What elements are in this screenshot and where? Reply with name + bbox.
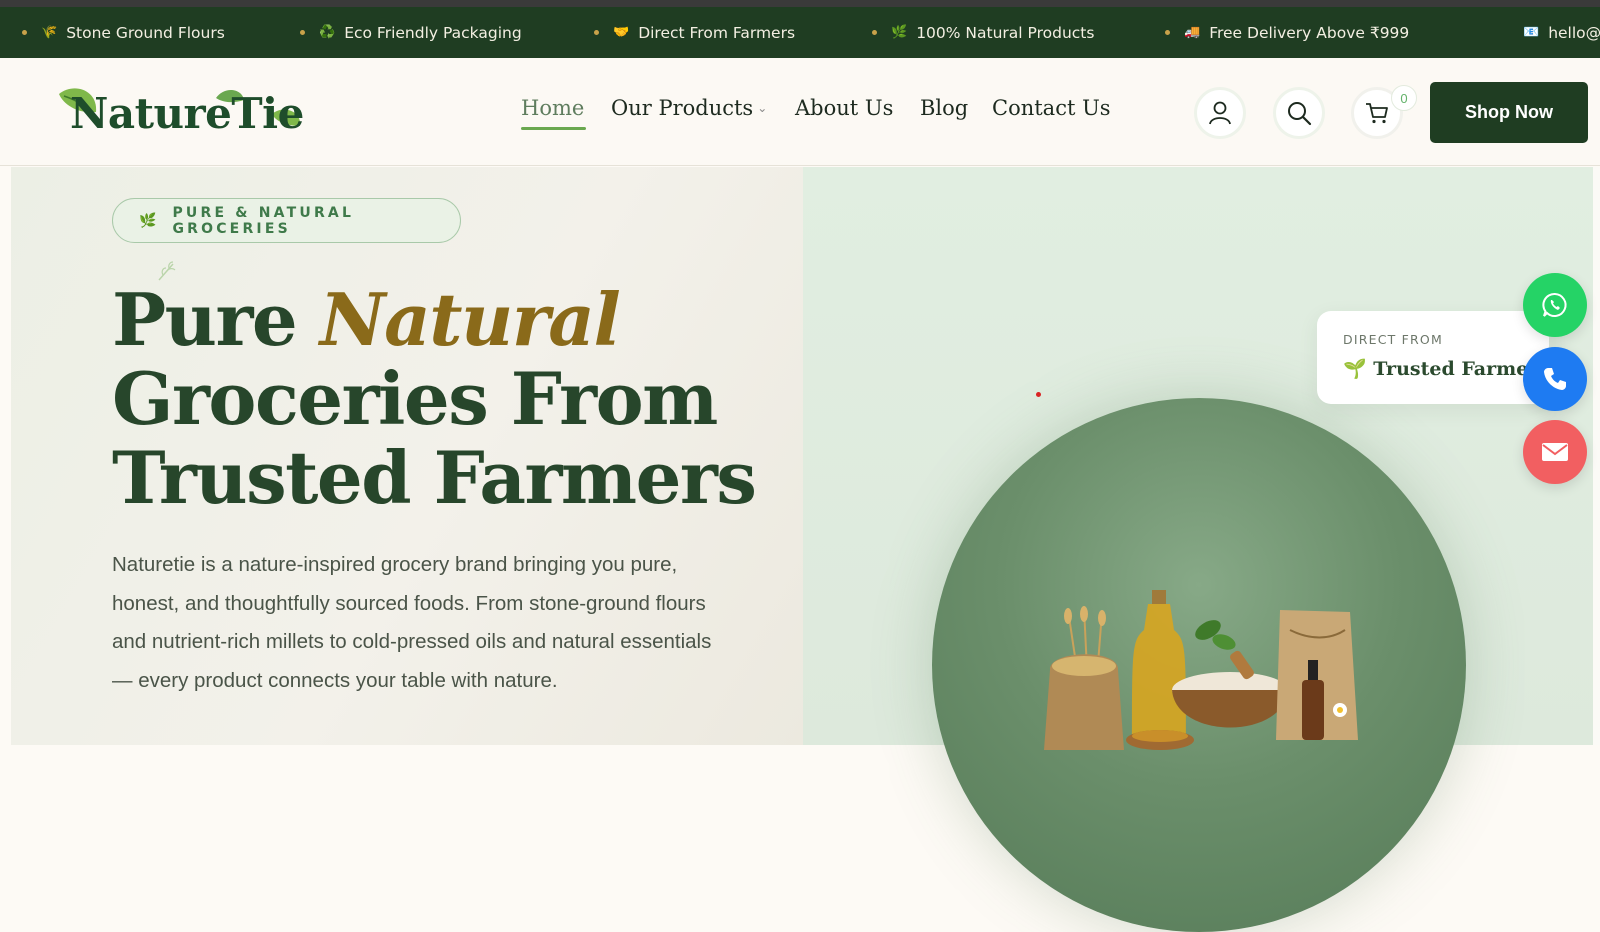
handshake-icon: 🤝 (613, 25, 630, 40)
nav-contact-us[interactable]: Contact Us (992, 96, 1111, 120)
ticker-bullet (872, 30, 877, 35)
active-nav-underline (521, 127, 586, 130)
cart-icon (1366, 103, 1388, 124)
cursor-dot (1036, 392, 1041, 397)
ticker-item: 📧 hello@ (1523, 7, 1600, 58)
herb-icon: 🌿 (139, 212, 157, 228)
search-icon (1288, 102, 1312, 126)
shop-now-button[interactable]: Shop Now (1430, 82, 1588, 143)
phone-button[interactable] (1523, 347, 1587, 411)
headline-accent: Natural (319, 277, 621, 362)
ticker-item: 🚚 Free Delivery Above ₹999 (1165, 7, 1409, 58)
trusted-farmers-card: DIRECT FROM 🌱 Trusted Farmers (1317, 311, 1549, 404)
ticker-text: 100% Natural Products (916, 23, 1095, 42)
ticker-item: 🌾 Stone Ground Flours (22, 7, 225, 58)
search-button[interactable] (1273, 87, 1325, 139)
headline-line-1: Pure Natural (112, 280, 755, 359)
truck-icon: 🚚 (1184, 25, 1201, 40)
ticker-item: 🤝 Direct From Farmers (594, 7, 795, 58)
nav-blog[interactable]: Blog (920, 96, 968, 120)
mail-button[interactable] (1523, 420, 1587, 484)
nav-our-products[interactable]: Our Products ⌄ (611, 96, 767, 120)
hero-tag-pill: 🌿 PURE & NATURAL GROCERIES (112, 198, 461, 243)
ticker-bullet (300, 30, 305, 35)
mail-icon (1542, 443, 1568, 461)
chevron-down-icon: ⌄ (757, 101, 768, 115)
ticker-text: Free Delivery Above ₹999 (1209, 23, 1410, 42)
seedling-icon: 🌱 (1343, 358, 1367, 380)
ticker-text: Direct From Farmers (638, 23, 796, 42)
whatsapp-icon (1542, 293, 1567, 317)
ticker-text: Stone Ground Flours (66, 23, 225, 42)
account-button[interactable] (1194, 87, 1246, 139)
hero-headline: Pure Natural Groceries From Trusted Farm… (112, 280, 757, 520)
grocery-products-image (1044, 590, 1358, 750)
ticker-item: ♻️ Eco Friendly Packaging (300, 7, 522, 58)
email-icon: 📧 (1523, 25, 1540, 40)
site-header: NatureTie Home Our Products ⌄ About Us Bl… (0, 58, 1600, 166)
nav-home[interactable]: Home (521, 96, 584, 120)
recycle-icon: ♻️ (319, 25, 336, 40)
user-icon (1209, 101, 1231, 125)
wheat-icon: 🌾 (41, 25, 58, 40)
phone-icon (1544, 368, 1566, 390)
ticker-text: hello@ (1548, 23, 1600, 42)
logo-text: NatureTie (70, 89, 304, 138)
ticker-bullet (22, 30, 27, 35)
ticker-text: Eco Friendly Packaging (344, 23, 522, 42)
hero-description: Naturetie is a nature-inspired grocery b… (112, 553, 712, 692)
ticker-bullet (1165, 30, 1170, 35)
window-top-strip (0, 0, 1600, 7)
ticker-item: 🌿 100% Natural Products (872, 7, 1094, 58)
card-subtitle: DIRECT FROM (1343, 332, 1443, 347)
nav-about-us[interactable]: About Us (795, 96, 893, 120)
site-logo[interactable]: NatureTie (56, 84, 308, 142)
headline-part: Pure (112, 277, 320, 362)
hero-tag-text: PURE & NATURAL GROCERIES (172, 204, 355, 237)
ticker-bullet (594, 30, 599, 35)
card-title: 🌱 Trusted Farmers (1343, 357, 1549, 380)
announcement-ticker: 🌾 Stone Ground Flours ♻️ Eco Friendly Pa… (0, 7, 1600, 58)
herb-icon: 🌿 (891, 25, 908, 40)
cart-count-badge: 0 (1391, 85, 1417, 111)
whatsapp-button[interactable] (1523, 273, 1587, 337)
nav-our-products-label: Our Products (611, 96, 754, 120)
headline-line-2: Groceries From (112, 356, 718, 441)
page-edge (1593, 167, 1600, 745)
headline-line-3: Trusted Farmers (112, 435, 757, 520)
